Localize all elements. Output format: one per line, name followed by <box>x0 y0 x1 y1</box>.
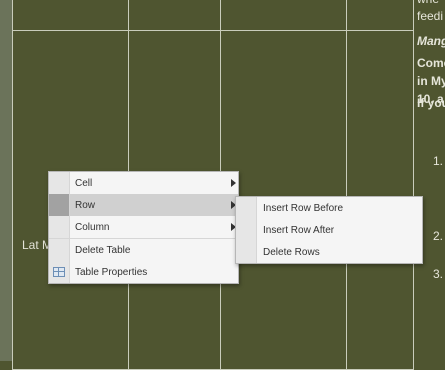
text-line: Mang <box>417 34 445 48</box>
menu-item-row[interactable]: Row <box>49 194 238 216</box>
submenu-arrow-icon <box>231 179 236 187</box>
row-submenu: Insert Row Before Insert Row After Delet… <box>235 196 423 264</box>
menu-item-label: Insert Row After <box>263 224 335 236</box>
menu-item-label: Cell <box>75 177 93 189</box>
menu-item-cell[interactable]: Cell <box>49 172 238 194</box>
menu-item-insert-row-after[interactable]: Insert Row After <box>236 219 422 241</box>
table-properties-icon <box>53 267 65 277</box>
text-line: feedi <box>417 9 444 23</box>
text-line: whe <box>417 0 439 8</box>
menu-item-delete-rows[interactable]: Delete Rows <box>236 241 422 263</box>
right-column-text: whe feedi Mang Come in My 10, a If you 1… <box>414 0 445 361</box>
menu-icon-gutter <box>49 194 70 216</box>
text-line: If you <box>417 96 445 110</box>
text-line: 3. <box>433 267 444 281</box>
menu-item-label: Insert Row Before <box>263 202 344 214</box>
menu-icon-gutter <box>236 241 257 263</box>
menu-item-insert-row-before[interactable]: Insert Row Before <box>236 197 422 219</box>
menu-icon-gutter <box>49 261 70 283</box>
text-line: in My <box>417 74 445 88</box>
menu-item-label: Column <box>75 221 110 233</box>
menu-item-delete-table[interactable]: Delete Table <box>49 239 238 261</box>
text-line: 1. <box>433 154 444 168</box>
menu-icon-gutter <box>49 216 70 238</box>
menu-icon-gutter <box>49 172 70 194</box>
menu-item-table-properties[interactable]: Table Properties <box>49 261 238 283</box>
table-cell[interactable] <box>12 0 129 31</box>
menu-item-label: Delete Rows <box>263 246 320 258</box>
table-cell[interactable] <box>346 0 414 31</box>
text-line: 2. <box>433 229 444 243</box>
text-line: Come <box>417 56 445 70</box>
menu-item-label: Table Properties <box>75 266 148 278</box>
table-cell[interactable] <box>128 0 221 31</box>
menu-icon-gutter <box>236 197 257 219</box>
menu-item-label: Row <box>75 199 96 211</box>
table-cell[interactable] <box>220 0 347 31</box>
menu-icon-gutter <box>236 219 257 241</box>
menu-item-label: Delete Table <box>75 244 131 256</box>
menu-item-column[interactable]: Column <box>49 216 238 238</box>
table-context-menu: Cell Row Column Delete Table Table Prope… <box>48 171 239 284</box>
menu-icon-gutter <box>49 239 70 261</box>
